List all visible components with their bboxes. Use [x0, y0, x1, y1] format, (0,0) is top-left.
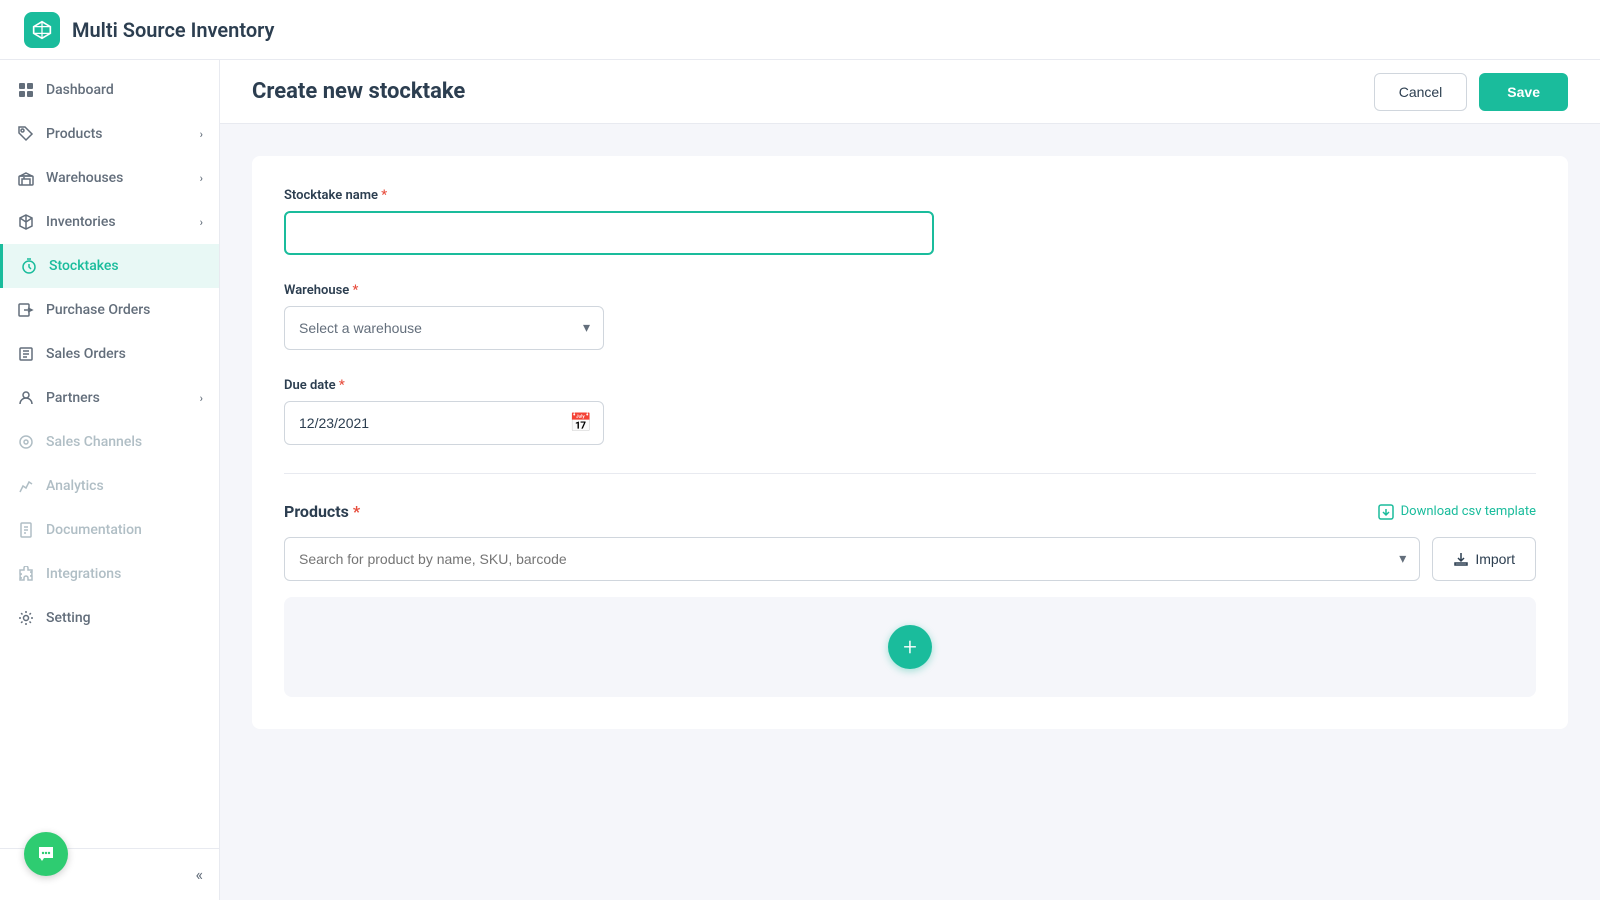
sidebar-item-label: Dashboard	[46, 82, 114, 98]
products-empty-area: +	[284, 597, 1536, 697]
header-actions: Cancel Save	[1374, 73, 1568, 111]
user-icon	[16, 388, 36, 408]
sidebar-item-label: Warehouses	[46, 170, 123, 186]
import-icon	[1453, 551, 1469, 567]
products-title: Products *	[284, 502, 360, 521]
sidebar-item-label: Partners	[46, 390, 100, 406]
add-product-button[interactable]: +	[888, 625, 932, 669]
warehouse-select[interactable]: Select a warehouse	[284, 306, 604, 350]
login-icon	[16, 300, 36, 320]
page-header: Create new stocktake Cancel Save	[220, 60, 1600, 124]
sidebar-item-label: Purchase Orders	[46, 302, 150, 318]
warehouse-label: Warehouse *	[284, 283, 1536, 298]
box-icon	[16, 212, 36, 232]
sidebar-item-label: Sales Channels	[46, 434, 142, 450]
clock-icon	[19, 256, 39, 276]
chevron-right-icon: ›	[200, 172, 203, 185]
sidebar-item-label: Sales Orders	[46, 346, 126, 362]
sidebar-item-analytics: Analytics	[0, 464, 219, 508]
chat-icon	[35, 843, 57, 865]
form-card: Stocktake name * Warehouse * Select a wa…	[252, 156, 1568, 729]
chevron-right-icon: ›	[200, 216, 203, 229]
chevron-right-icon: ›	[200, 392, 203, 405]
sidebar-item-setting[interactable]: Setting	[0, 596, 219, 640]
sidebar: Dashboard Products › Warehouses ›	[0, 60, 220, 900]
download-csv-link[interactable]: Download csv template	[1377, 503, 1536, 521]
warehouse-select-wrap: Select a warehouse ▾	[284, 306, 604, 350]
product-search-row: ▾ Import	[284, 537, 1536, 581]
collapse-button[interactable]: «	[195, 865, 203, 884]
sidebar-item-label: Documentation	[46, 522, 142, 538]
content-area: Create new stocktake Cancel Save Stockta…	[220, 60, 1600, 900]
form-content: Stocktake name * Warehouse * Select a wa…	[220, 124, 1600, 900]
product-search-input[interactable]	[284, 537, 1420, 581]
doc-icon	[16, 520, 36, 540]
due-date-group: Due date * 📅	[284, 378, 1536, 445]
import-button[interactable]: Import	[1432, 537, 1536, 581]
csv-download-icon	[1377, 503, 1395, 521]
sidebar-item-sales-orders[interactable]: Sales Orders	[0, 332, 219, 376]
list-icon	[16, 344, 36, 364]
building-icon	[16, 168, 36, 188]
sidebar-item-label: Products	[46, 126, 103, 142]
required-marker: *	[353, 283, 359, 298]
section-divider	[284, 473, 1536, 474]
chevron-down-icon: ▾	[1399, 551, 1406, 567]
sidebar-item-label: Analytics	[46, 478, 104, 494]
sidebar-item-label: Stocktakes	[49, 258, 119, 274]
sidebar-item-label: Setting	[46, 610, 91, 626]
tag-icon	[16, 124, 36, 144]
cancel-button[interactable]: Cancel	[1374, 73, 1468, 111]
save-button[interactable]: Save	[1479, 73, 1568, 111]
products-header: Products * Download csv template	[284, 502, 1536, 521]
chevron-right-icon: ›	[200, 128, 203, 141]
sidebar-item-purchase-orders[interactable]: Purchase Orders	[0, 288, 219, 332]
stocktake-name-input[interactable]	[284, 211, 934, 255]
sidebar-nav: Dashboard Products › Warehouses ›	[0, 60, 219, 848]
puzzle-icon	[16, 564, 36, 584]
chat-bubble-button[interactable]	[24, 832, 68, 876]
warehouse-group: Warehouse * Select a warehouse ▾	[284, 283, 1536, 350]
gear-icon	[16, 608, 36, 628]
sidebar-item-label: Integrations	[46, 566, 121, 582]
main-layout: Dashboard Products › Warehouses ›	[0, 60, 1600, 900]
sidebar-item-partners[interactable]: Partners ›	[0, 376, 219, 420]
grid-icon	[16, 80, 36, 100]
top-header: Multi Source Inventory	[0, 0, 1600, 60]
sidebar-item-sales-channels: Sales Channels	[0, 420, 219, 464]
required-marker: *	[381, 188, 387, 203]
due-date-label: Due date *	[284, 378, 1536, 393]
chart-icon	[16, 476, 36, 496]
due-date-wrap: 📅	[284, 401, 604, 445]
app-title: Multi Source Inventory	[72, 18, 274, 42]
required-marker: *	[353, 502, 360, 521]
sidebar-item-stocktakes[interactable]: Stocktakes	[0, 244, 219, 288]
sidebar-item-integrations: Integrations	[0, 552, 219, 596]
circle-icon	[16, 432, 36, 452]
due-date-input[interactable]	[284, 401, 604, 445]
sidebar-item-warehouses[interactable]: Warehouses ›	[0, 156, 219, 200]
required-marker: *	[339, 378, 345, 393]
stocktake-name-label: Stocktake name *	[284, 188, 1536, 203]
sidebar-item-label: Inventories	[46, 214, 116, 230]
products-section: Products * Download csv template ▾	[284, 502, 1536, 697]
product-search-wrap: ▾	[284, 537, 1420, 581]
sidebar-item-inventories[interactable]: Inventories ›	[0, 200, 219, 244]
app-logo	[24, 12, 60, 48]
sidebar-item-documentation: Documentation	[0, 508, 219, 552]
sidebar-item-dashboard[interactable]: Dashboard	[0, 68, 219, 112]
page-title: Create new stocktake	[252, 79, 465, 104]
stocktake-name-group: Stocktake name *	[284, 188, 1536, 255]
sidebar-item-products[interactable]: Products ›	[0, 112, 219, 156]
